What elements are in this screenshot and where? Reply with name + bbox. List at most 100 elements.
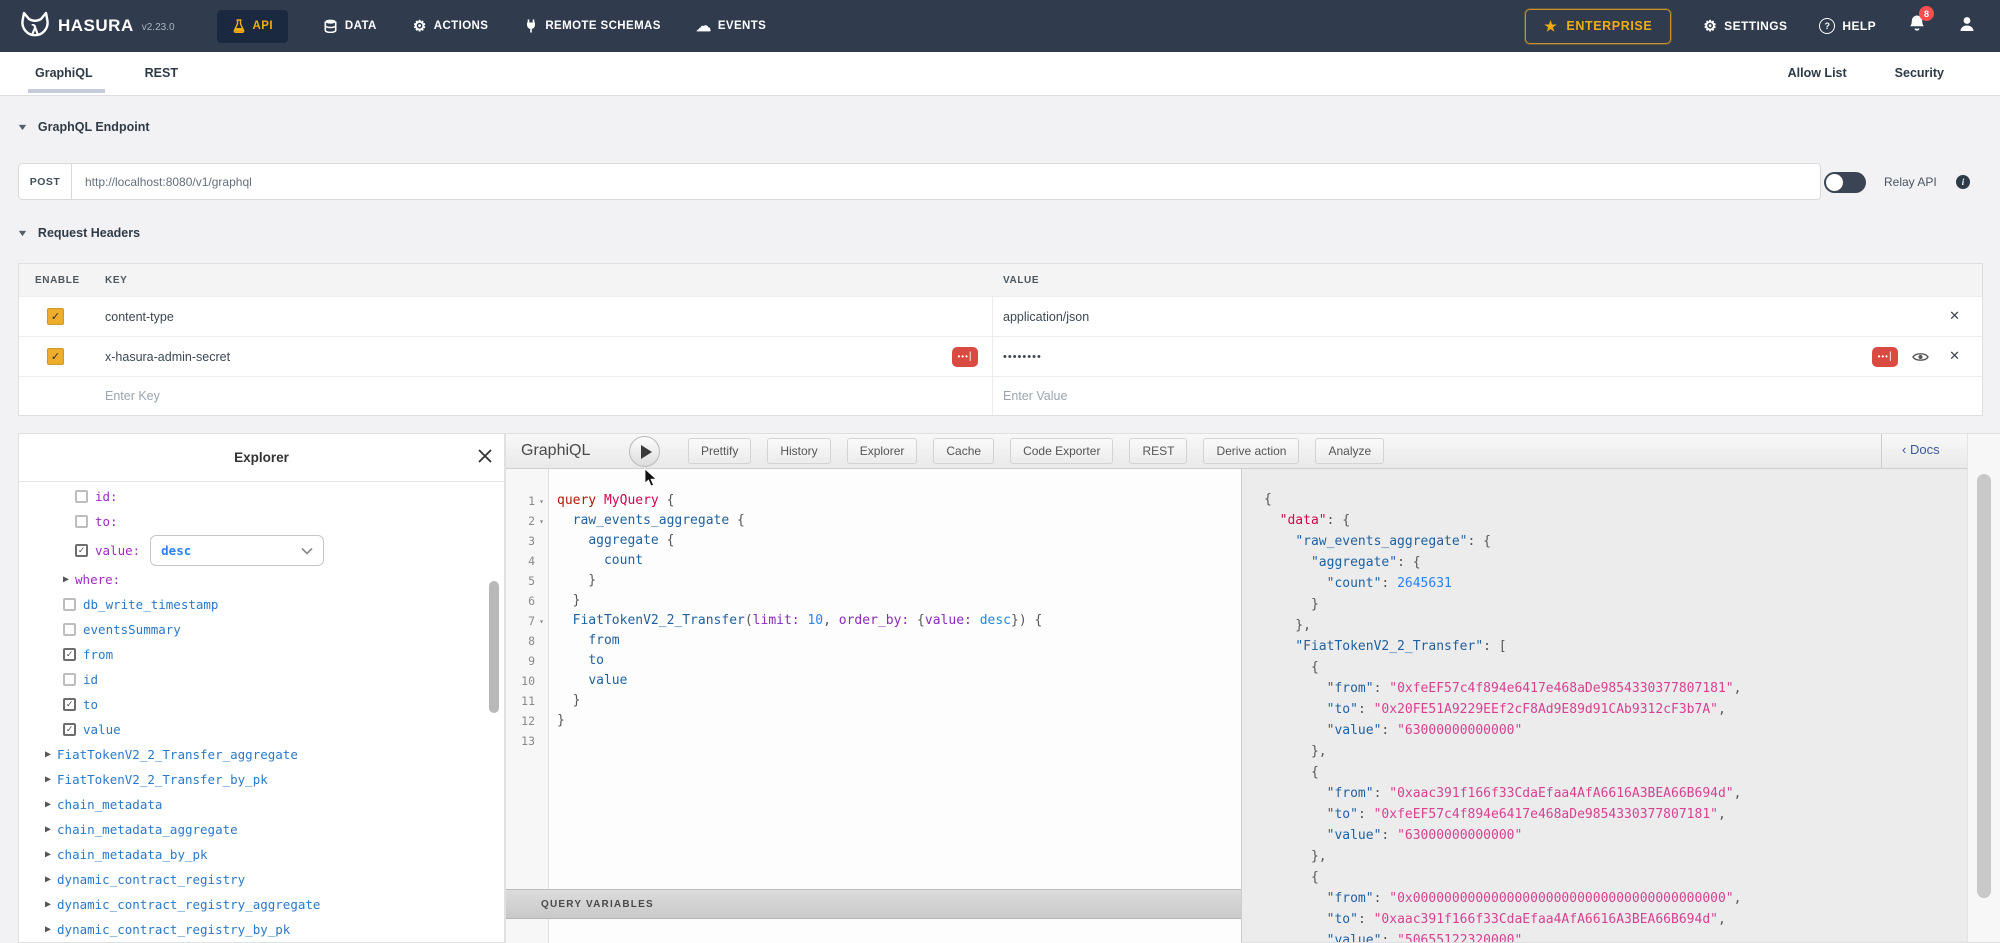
explorer-scrollbar[interactable] [489, 581, 499, 713]
header-key-input[interactable]: x-hasura-admin-secret [105, 350, 230, 364]
field-checkbox[interactable]: ✓ [63, 648, 76, 661]
execute-query-button[interactable] [629, 436, 660, 467]
request-headers-section-toggle[interactable]: ▼ Request Headers [18, 226, 140, 240]
expand-arrow-icon[interactable]: ▶ [45, 799, 51, 810]
field-checkbox[interactable] [75, 490, 88, 503]
nav-item-api[interactable]: API [217, 10, 288, 43]
explorer-item-label: FiatTokenV2_2_Transfer_aggregate [57, 747, 298, 762]
response-line: { [1264, 489, 1967, 510]
nav-item-events[interactable]: ☁ EVENTS [697, 19, 766, 34]
endpoint-url-input[interactable]: http://localhost:8080/v1/graphql [71, 163, 1821, 200]
explorer-item-to[interactable]: to: [19, 509, 504, 534]
hasura-console: λ HASURA v2.23.0 API DATA ⚙ ACTIONS [0, 0, 2000, 943]
response-pane: { "data": { "raw_events_aggregate": { "a… [1241, 469, 1967, 942]
expand-arrow-icon[interactable]: ▶ [45, 899, 51, 910]
fold-arrow-icon[interactable]: ▾ [535, 517, 548, 526]
help-button[interactable]: ? HELP [1819, 18, 1876, 34]
field-checkbox[interactable]: ✓ [63, 723, 76, 736]
nav-item-remote-schemas[interactable]: REMOTE SCHEMAS [524, 19, 661, 34]
header-value-input[interactable]: application/json [1003, 310, 1089, 324]
toolbar-button-rest[interactable]: REST [1129, 438, 1187, 464]
nav-item-data[interactable]: DATA [324, 19, 377, 34]
explorer-item-to[interactable]: ✓to [19, 692, 504, 717]
field-checkbox[interactable]: ✓ [75, 544, 88, 557]
explorer-close-icon[interactable] [476, 447, 494, 465]
response-line: "from": "0xfeEF57c4f894e6417e468aDe98543… [1264, 678, 1967, 699]
expand-arrow-icon[interactable]: ▶ [63, 574, 69, 585]
expand-arrow-icon[interactable]: ▶ [45, 824, 51, 835]
explorer-item-value[interactable]: ✓value:desc [19, 534, 504, 567]
settings-button[interactable]: ⚙ SETTINGS [1703, 17, 1787, 35]
field-checkbox[interactable] [63, 623, 76, 636]
explorer-panel: Explorer id:to:✓value:desc▶where:db_writ… [18, 433, 505, 943]
info-icon[interactable]: i [1956, 175, 1970, 189]
api-subnav: GraphiQL REST Allow List Security [0, 52, 2000, 96]
query-editor[interactable]: 1▾2▾3▾4▾5▾6▾7▾8▾9▾10▾11▾12▾13▾ query MyQ… [506, 469, 1241, 889]
play-icon [641, 445, 652, 459]
remove-header-icon[interactable]: ✕ [1949, 349, 1960, 364]
explorer-item-FiatTokenV2_2_Transfer_aggregate[interactable]: ▶ FiatTokenV2_2_Transfer_aggregate [19, 742, 504, 767]
remove-header-icon[interactable]: ✕ [1949, 309, 1960, 324]
explorer-item-where[interactable]: ▶where: [19, 567, 504, 592]
reveal-secret-eye-icon[interactable] [1912, 351, 1929, 363]
field-checkbox[interactable] [63, 673, 76, 686]
tab-graphiql[interactable]: GraphiQL [35, 53, 93, 94]
expand-arrow-icon[interactable]: ▶ [45, 849, 51, 860]
scrollbar-thumb[interactable] [1977, 474, 1991, 898]
relay-api-toggle[interactable] [1824, 172, 1866, 193]
field-checkbox[interactable] [63, 598, 76, 611]
query-line: value [557, 671, 1241, 691]
expand-arrow-icon[interactable]: ▶ [45, 774, 51, 785]
graphql-endpoint-section-toggle[interactable]: ▼ GraphQL Endpoint [18, 120, 150, 134]
header-key-input[interactable]: content-type [105, 310, 174, 324]
explorer-item-chain_metadata_by_pk[interactable]: ▶chain_metadata_by_pk [19, 842, 504, 867]
expand-arrow-icon[interactable]: ▶ [45, 924, 51, 935]
toolbar-button-prettify[interactable]: Prettify [688, 438, 751, 464]
tab-security[interactable]: Security [1895, 53, 1944, 94]
fold-arrow-icon[interactable]: ▾ [535, 617, 548, 626]
header-enable-checkbox[interactable]: ✓ [47, 308, 64, 325]
query-variables-editor[interactable] [506, 919, 1241, 943]
explorer-item-id[interactable]: id [19, 667, 504, 692]
toolbar-button-cache[interactable]: Cache [933, 438, 994, 464]
header-value-input[interactable]: •••••••• [1003, 351, 1042, 363]
toolbar-button-history[interactable]: History [767, 438, 830, 464]
hasura-logo[interactable]: λ HASURA v2.23.0 [20, 10, 175, 42]
expand-arrow-icon[interactable]: ▶ [45, 874, 51, 885]
fold-arrow-icon[interactable]: ▾ [535, 497, 548, 506]
toolbar-button-analyze[interactable]: Analyze [1315, 438, 1384, 464]
new-header-key-input[interactable]: Enter Key [105, 389, 160, 403]
docs-button[interactable]: ‹ Docs [1902, 442, 1940, 457]
explorer-item-dynamic_contract_registry_aggregate[interactable]: ▶dynamic_contract_registry_aggregate [19, 892, 504, 917]
enterprise-button[interactable]: ★ ENTERPRISE [1525, 9, 1671, 44]
explorer-item-dynamic_contract_registry[interactable]: ▶dynamic_contract_registry [19, 867, 504, 892]
explorer-item-id[interactable]: id: [19, 484, 504, 509]
editor-gutter: 1▾2▾3▾4▾5▾6▾7▾8▾9▾10▾11▾12▾13▾ [506, 469, 549, 889]
explorer-item-chain_metadata_aggregate[interactable]: ▶chain_metadata_aggregate [19, 817, 504, 842]
query-variables-bar[interactable]: QUERY VARIABLES [506, 889, 1241, 919]
toolbar-button-derive-action[interactable]: Derive action [1203, 438, 1299, 464]
explorer-item-eventsSummary[interactable]: eventsSummary [19, 617, 504, 642]
explorer-item-chain_metadata[interactable]: ▶chain_metadata [19, 792, 504, 817]
query-variables-label: QUERY VARIABLES [541, 899, 654, 910]
sort-direction-dropdown[interactable]: desc [150, 535, 324, 566]
explorer-item-db_write_timestamp[interactable]: db_write_timestamp [19, 592, 504, 617]
toolbar-button-code-exporter[interactable]: Code Exporter [1010, 438, 1113, 464]
user-menu-button[interactable] [1958, 15, 1976, 38]
explorer-item-value[interactable]: ✓value [19, 717, 504, 742]
explorer-item-from[interactable]: ✓from [19, 642, 504, 667]
nav-item-actions[interactable]: ⚙ ACTIONS [413, 19, 489, 34]
new-header-value-input[interactable]: Enter Value [1003, 389, 1067, 403]
notifications-button[interactable]: 8 [1908, 14, 1926, 38]
tab-rest[interactable]: REST [145, 53, 178, 94]
toolbar-button-explorer[interactable]: Explorer [847, 438, 918, 464]
tab-allow-list[interactable]: Allow List [1788, 53, 1847, 94]
expand-arrow-icon[interactable]: ▶ [45, 749, 51, 760]
header-enable-checkbox[interactable]: ✓ [47, 348, 64, 365]
editor-code[interactable]: query MyQuery { raw_events_aggregate { a… [549, 469, 1241, 911]
explorer-item-dynamic_contract_registry_by_pk[interactable]: ▶dynamic_contract_registry_by_pk [19, 917, 504, 942]
explorer-item-FiatTokenV2_2_Transfer_by_pk[interactable]: ▶FiatTokenV2_2_Transfer_by_pk [19, 767, 504, 792]
field-checkbox[interactable]: ✓ [63, 698, 76, 711]
field-checkbox[interactable] [75, 515, 88, 528]
docs-label: Docs [1910, 442, 1940, 457]
